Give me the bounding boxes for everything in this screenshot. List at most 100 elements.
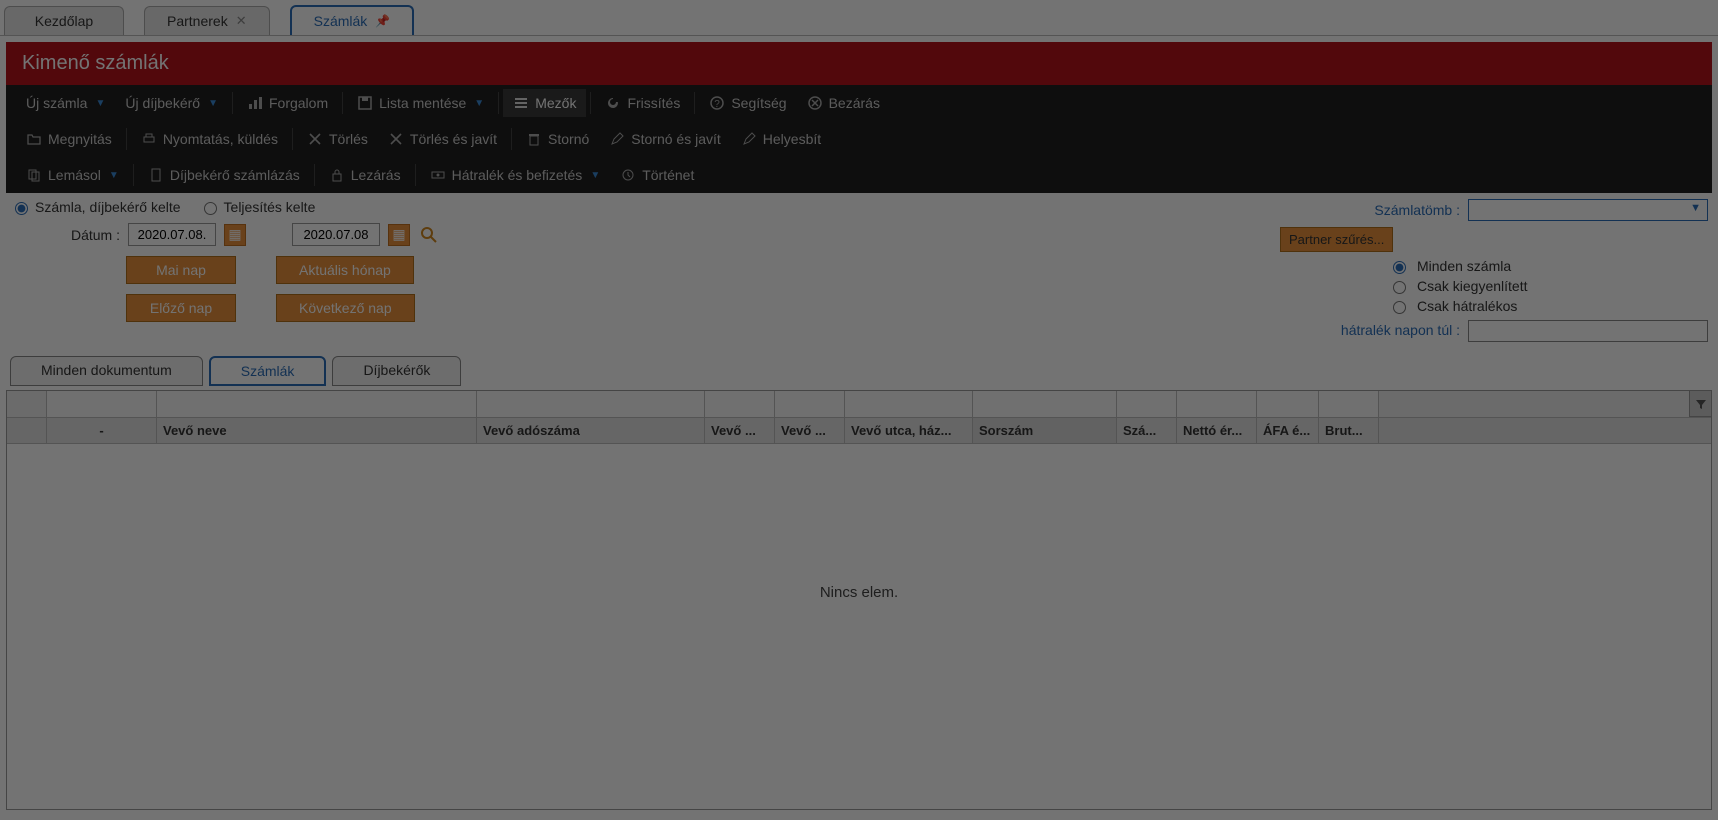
radio-fulfillment-date[interactable]: Teljesítés kelte xyxy=(199,199,316,215)
copy-button[interactable]: Lemásol▼ xyxy=(16,161,129,189)
calendar-icon[interactable]: ▦ xyxy=(224,224,246,246)
filter-cell[interactable] xyxy=(845,391,973,417)
doc-tab-proformas[interactable]: Díjbekérők xyxy=(332,356,461,386)
delete-icon xyxy=(388,131,404,147)
filter-cell[interactable] xyxy=(705,391,775,417)
col-header-serial[interactable]: Sorszám xyxy=(973,418,1117,443)
tab-partners[interactable]: Partnerek ✕ xyxy=(144,6,270,35)
tab-invoices[interactable]: Számlák 📌 xyxy=(290,5,415,35)
date-to-input[interactable] xyxy=(292,223,380,246)
tab-home[interactable]: Kezdőlap xyxy=(4,6,124,35)
today-button[interactable]: Mai nap xyxy=(126,256,236,284)
invoice-book-dropdown[interactable] xyxy=(1468,199,1708,221)
separator xyxy=(342,92,343,114)
partner-filter-button[interactable]: Partner szűrés... xyxy=(1280,227,1393,252)
help-button[interactable]: ? Segítség xyxy=(699,89,796,117)
radio-invoice-date-input[interactable] xyxy=(15,202,28,215)
open-button[interactable]: Megnyitás xyxy=(16,125,122,153)
page-title: Kimenő számlák xyxy=(6,42,1712,85)
new-proforma-button[interactable]: Új díjbekérő▼ xyxy=(115,89,228,117)
delete-button[interactable]: Törlés xyxy=(297,125,378,153)
current-month-button[interactable]: Aktuális hónap xyxy=(276,256,414,284)
filter-cell[interactable] xyxy=(973,391,1117,417)
col-header-customer-street[interactable]: Vevő utca, ház... xyxy=(845,418,973,443)
doc-tab-invoices[interactable]: Számlák xyxy=(209,356,327,386)
filter-cell[interactable] xyxy=(1257,391,1319,417)
col-header-customer-tax[interactable]: Vevő adószáma xyxy=(477,418,705,443)
col-header-net[interactable]: Nettó ér... xyxy=(1177,418,1257,443)
prev-day-button[interactable]: Előző nap xyxy=(126,294,236,322)
col-header-vat[interactable]: ÁFA é... xyxy=(1257,418,1319,443)
delete-fix-button[interactable]: Törlés és javít xyxy=(378,125,507,153)
date-from-input[interactable] xyxy=(128,223,216,246)
storno-button[interactable]: Stornó xyxy=(516,125,599,153)
col-header-gross[interactable]: Brut... xyxy=(1319,418,1379,443)
calendar-icon[interactable]: ▦ xyxy=(388,224,410,246)
close-icon[interactable]: ✕ xyxy=(236,13,247,29)
col-header-dash[interactable]: - xyxy=(47,418,157,443)
separator xyxy=(498,92,499,114)
data-grid: - Vevő neve Vevő adószáma Vevő ... Vevő … xyxy=(6,390,1712,810)
filter-cell[interactable] xyxy=(1117,391,1177,417)
money-icon xyxy=(430,167,446,183)
help-icon: ? xyxy=(709,95,725,111)
pin-icon[interactable]: 📌 xyxy=(375,14,390,28)
radio-all-invoices[interactable]: Minden számla xyxy=(1388,258,1708,274)
trash-icon xyxy=(526,131,542,147)
top-nav-tabs: Kezdőlap Partnerek ✕ Számlák 📌 xyxy=(0,0,1718,36)
close-button[interactable]: Bezárás xyxy=(797,89,890,117)
filter-cell[interactable] xyxy=(1319,391,1379,417)
arrears-payment-button[interactable]: Hátralék és befizetés▼ xyxy=(420,161,611,189)
filter-toggle-icon[interactable] xyxy=(1689,391,1711,417)
save-list-button[interactable]: Lista mentése▼ xyxy=(347,89,494,117)
storno-fix-button[interactable]: Stornó és javít xyxy=(599,125,731,153)
doc-tab-all[interactable]: Minden dokumentum xyxy=(10,356,203,386)
search-icon[interactable] xyxy=(418,224,440,246)
chevron-down-icon: ▼ xyxy=(95,98,105,109)
radio-invoice-date[interactable]: Számla, díjbekérő kelte xyxy=(10,199,181,215)
radio-all-invoices-input[interactable] xyxy=(1393,261,1406,274)
col-header-customer-b[interactable]: Vevő ... xyxy=(775,418,845,443)
close-item-button[interactable]: Lezárás xyxy=(319,161,411,189)
traffic-button[interactable]: Forgalom xyxy=(237,89,338,117)
radio-only-arrears[interactable]: Csak hátralékos xyxy=(1388,298,1708,314)
filter-cell[interactable] xyxy=(1177,391,1257,417)
delete-icon xyxy=(307,131,323,147)
col-header-customer-name[interactable]: Vevő neve xyxy=(157,418,477,443)
filter-cell[interactable] xyxy=(477,391,705,417)
proforma-invoicing-button[interactable]: Díjbekérő számlázás xyxy=(138,161,310,189)
radio-only-arrears-input[interactable] xyxy=(1393,301,1406,314)
separator xyxy=(133,164,134,186)
filter-cell[interactable] xyxy=(775,391,845,417)
radio-only-settled-input[interactable] xyxy=(1393,281,1406,294)
document-icon xyxy=(148,167,164,183)
filter-cell[interactable] xyxy=(47,391,157,417)
main-toolbar: Új számla▼ Új díjbekérő▼ Forgalom Lista … xyxy=(6,85,1712,121)
chevron-down-icon: ▼ xyxy=(109,170,119,181)
radio-only-settled[interactable]: Csak kiegyenlített xyxy=(1388,278,1708,294)
filter-cell[interactable] xyxy=(157,391,477,417)
refresh-button[interactable]: Frissítés xyxy=(595,89,690,117)
bar-chart-icon xyxy=(247,95,263,111)
next-day-button[interactable]: Következő nap xyxy=(276,294,415,322)
tab-invoices-label: Számlák xyxy=(314,13,368,29)
separator xyxy=(511,128,512,150)
correct-button[interactable]: Helyesbít xyxy=(731,125,831,153)
col-header-sz[interactable]: Szá... xyxy=(1117,418,1177,443)
refresh-icon xyxy=(605,95,621,111)
date-label: Dátum : xyxy=(50,227,120,243)
tab-home-label: Kezdőlap xyxy=(35,13,93,29)
separator xyxy=(292,128,293,150)
filter-cell[interactable] xyxy=(7,391,47,417)
col-header-customer-a[interactable]: Vevő ... xyxy=(705,418,775,443)
col-header[interactable] xyxy=(7,418,47,443)
history-button[interactable]: Történet xyxy=(610,161,704,189)
arrears-days-input[interactable] xyxy=(1468,320,1708,342)
radio-fulfillment-date-input[interactable] xyxy=(204,202,217,215)
fields-button[interactable]: Mezők xyxy=(503,89,586,117)
separator xyxy=(126,128,127,150)
close-icon xyxy=(807,95,823,111)
chevron-down-icon: ▼ xyxy=(474,98,484,109)
new-invoice-button[interactable]: Új számla▼ xyxy=(16,89,115,117)
print-send-button[interactable]: Nyomtatás, küldés xyxy=(131,125,288,153)
